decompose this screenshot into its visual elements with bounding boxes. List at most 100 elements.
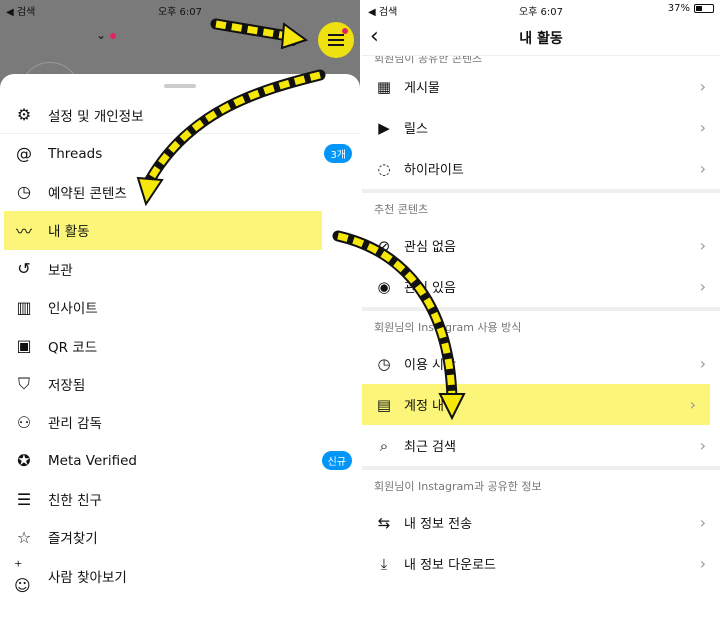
activity-list: 회원님이 공유한 콘텐츠 ▦ 게시물 › ▶ 릴스 › ◌ 하이라이트 › 추천 콘텐츠 ⊘ 관심 없음…: [362, 56, 720, 584]
page-title: 내 활동: [519, 31, 563, 47]
activity-item-label: 내 정보 전송: [404, 517, 473, 532]
chevron-right-icon: ›: [699, 118, 706, 137]
activity-item[interactable]: ▤ 계정 내역 ›: [362, 384, 710, 425]
qr-icon: ▣: [16, 336, 32, 356]
insights-icon: ▥: [16, 297, 32, 317]
status-time: 오후 6:07: [157, 7, 203, 18]
menu-item[interactable]: ↺ 보관: [0, 250, 360, 288]
eye-icon: ◉: [377, 277, 391, 296]
archive-icon: ↺: [17, 259, 31, 279]
activity-item-label: 관심 있음: [404, 281, 456, 296]
activity-item-label: 하이라이트: [404, 163, 464, 178]
verified-icon: ✪: [17, 451, 31, 471]
close-friends-icon: ☰: [16, 489, 32, 509]
menu-item-label: Threads: [48, 145, 103, 162]
transfer-icon: ⇆: [377, 513, 391, 532]
highlights-icon: ◌: [377, 159, 391, 178]
account-switcher[interactable]: ⌄: [96, 28, 117, 42]
menu-item-label: 저장됨: [48, 377, 86, 394]
menu-item[interactable]: ☰ 친한 친구: [0, 480, 360, 518]
menu-item[interactable]: ◷ 예약된 콘텐츠: [0, 173, 360, 211]
reels-icon: ▶: [378, 118, 390, 137]
hamburger-icon: [328, 34, 344, 46]
menu-item-label: 내 활동: [48, 224, 90, 241]
menu-item-label: 인사이트: [48, 301, 98, 318]
clock-icon: ◷: [377, 354, 391, 373]
menu-item-label: 관리 감독: [48, 416, 102, 433]
threads-icon[interactable]: @: [284, 28, 300, 47]
menu-item[interactable]: ▣ QR 코드: [0, 326, 360, 364]
clock-icon: ◷: [17, 182, 31, 202]
menu-button[interactable]: [318, 22, 354, 58]
menu-item-label: 보관: [48, 262, 73, 279]
menu-item[interactable]: ⁺☺ 사람 찾아보기: [0, 557, 360, 595]
search-icon: ⌕: [379, 436, 389, 455]
menu-item-label: QR 코드: [48, 339, 98, 356]
activity-item[interactable]: ⌕ 최근 검색 ›: [362, 425, 720, 466]
eye-off-icon: ⊘: [377, 236, 391, 255]
chevron-right-icon: ›: [699, 513, 706, 532]
activity-item-label: 릴스: [404, 122, 428, 137]
activity-item-label: 이용 시간: [404, 358, 456, 373]
section-heading: 추천 콘텐츠: [374, 203, 429, 216]
menu-sheet: ⚙ 설정 및 개인정보 @ Threads 3개 ◷ 예약된 콘텐츠 〰 내 활동 ↺ 보관 ▥ 인사이…: [0, 74, 360, 640]
activity-item[interactable]: ▶ 릴스 ›: [362, 107, 720, 148]
bookmark-icon: ⛉: [17, 373, 30, 393]
supervision-icon: ⚇: [16, 412, 32, 432]
activity-item-label: 내 정보 다운로드: [404, 558, 496, 573]
grid-icon: ▦: [376, 77, 392, 96]
status-time: 오후 6:07: [518, 7, 564, 18]
activity-item-label: 계정 내역: [404, 399, 456, 414]
menu-item-label: 사람 찾아보기: [48, 569, 127, 586]
nav-bar: ‹ 내 활동: [362, 18, 720, 56]
menu-item-label: Meta Verified: [48, 452, 137, 469]
chevron-right-icon: ›: [689, 395, 696, 414]
battery-percent: 37%: [667, 3, 690, 14]
activity-item[interactable]: ⇆ 내 정보 전송 ›: [362, 502, 720, 543]
menu-item[interactable]: ✪ Meta Verified 신규: [0, 442, 360, 480]
star-icon: ☆: [16, 527, 32, 547]
section-heading: 회원님의 Instagram 사용 방식: [374, 321, 522, 334]
notification-dot: [110, 33, 117, 39]
menu-item[interactable]: 〰 내 활동: [4, 211, 322, 250]
activity-item[interactable]: ◷ 이용 시간 ›: [362, 343, 720, 384]
status-bar: ◀ 검색 오후 6:07 37%: [0, 0, 360, 18]
menu-item[interactable]: ⚙ 설정 및 개인정보: [0, 96, 360, 135]
menu-item-label: 친한 친구: [48, 493, 102, 510]
sheet-handle[interactable]: [164, 84, 196, 88]
screenshot-root: ◀ 검색 오후 6:07 37% ⌄ @ ⚙ 설정 및 개인정보 @ Threads 3…: [0, 0, 720, 640]
chevron-right-icon: ›: [699, 159, 706, 178]
menu-item-badge: 3개: [324, 144, 352, 164]
menu-item[interactable]: ⛉ 저장됨: [0, 365, 360, 403]
activity-item[interactable]: ⤓ 내 정보 다운로드 ›: [362, 543, 720, 584]
download-icon: ⤓: [380, 554, 388, 573]
threads-icon: @: [16, 144, 32, 164]
menu-item[interactable]: ⚇ 관리 감독: [0, 403, 360, 441]
status-right: 37%: [668, 3, 714, 14]
section-heading: 회원님이 Instagram과 공유한 정보: [374, 480, 542, 493]
menu-item-label: 설정 및 개인정보: [48, 108, 144, 125]
chevron-right-icon: ›: [699, 77, 706, 96]
activity-item[interactable]: ⊘ 관심 없음 ›: [362, 225, 720, 266]
activity-item-label: 최근 검색: [404, 440, 456, 455]
menu-item-label: 예약된 콘텐츠: [48, 185, 127, 202]
activity-item[interactable]: ◌ 하이라이트 ›: [362, 148, 720, 189]
menu-item[interactable]: ▥ 인사이트: [0, 288, 360, 326]
menu-list: ⚙ 설정 및 개인정보 @ Threads 3개 ◷ 예약된 콘텐츠 〰 내 활동 ↺ 보관 ▥ 인사이…: [0, 96, 360, 595]
section-heading: 회원님이 공유한 콘텐츠: [374, 56, 483, 65]
chevron-down-icon: ⌄: [96, 28, 107, 42]
menu-item[interactable]: @ Threads 3개: [0, 134, 360, 172]
menu-item-badge: 신규: [321, 451, 352, 471]
right-panel: ◀ 검색 오후 6:07 37% ‹ 내 활동 회원님이 공유한 콘텐츠 ▦ 게시물…: [362, 0, 720, 640]
activity-item[interactable]: ▦ 게시물 ›: [362, 66, 720, 107]
battery-icon: [694, 4, 714, 13]
calendar-icon: ▤: [376, 395, 392, 414]
chevron-right-icon: ›: [699, 436, 706, 455]
discover-people-icon: ⁺☺: [14, 556, 31, 595]
activity-item[interactable]: ◉ 관심 있음 ›: [362, 266, 720, 307]
chevron-right-icon: ›: [699, 354, 706, 373]
chevron-right-icon: ›: [699, 236, 706, 255]
menu-item[interactable]: ☆ 즐겨찾기: [0, 518, 360, 556]
chevron-right-icon: ›: [699, 277, 706, 296]
status-bar: ◀ 검색 오후 6:07 37%: [362, 0, 720, 18]
